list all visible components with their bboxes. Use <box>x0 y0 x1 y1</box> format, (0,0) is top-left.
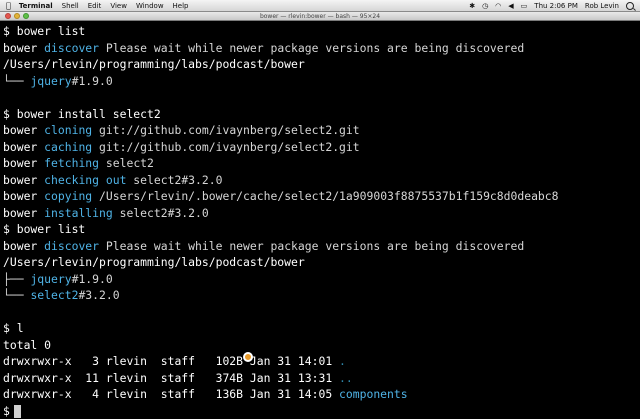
terminal-line: bower caching git://github.com/ivaynberg… <box>3 139 640 156</box>
menu-edit[interactable]: Edit <box>88 2 102 10</box>
terminal-line: drwxrwxr-x 11 rlevin staff 374B Jan 31 1… <box>3 370 640 387</box>
terminal-text: drwxrwxr-x 4 rlevin staff 136B Jan 31 14… <box>3 387 339 401</box>
terminal-text: copying <box>44 189 92 203</box>
terminal-text: bower <box>3 239 44 253</box>
terminal-line: ├── jquery#1.9.0 <box>3 271 640 288</box>
terminal-line: └── select2#3.2.0 <box>3 287 640 304</box>
terminal-text: installing <box>44 206 113 220</box>
terminal-text: Please wait while newer package versions… <box>99 41 524 55</box>
terminal-line: drwxrwxr-x 4 rlevin staff 136B Jan 31 14… <box>3 386 640 403</box>
terminal-text: total 0 <box>3 338 51 352</box>
terminal-text: select2 <box>99 156 154 170</box>
terminal-output[interactable]: $ bower list bower discover Please wait w… <box>0 21 640 360</box>
terminal-line: bower copying /Users/rlevin/.bower/cache… <box>3 188 640 205</box>
terminal-text: bower <box>3 123 44 137</box>
terminal-text: select2#3.2.0 <box>126 173 222 187</box>
terminal-text: git://github.com/ivaynberg/select2.git <box>92 123 359 137</box>
volume-icon[interactable]: ◀ <box>508 2 513 10</box>
terminal-text: components <box>339 387 408 401</box>
clock[interactable]: Thu 2:06 PM <box>534 2 578 10</box>
terminal-text: bower <box>3 206 44 220</box>
terminal-line: bower cloning git://github.com/ivaynberg… <box>3 122 640 139</box>
terminal-text: cloning <box>44 123 92 137</box>
terminal-text: #1.9.0 <box>72 272 113 286</box>
terminal-line: bower discover Please wait while newer p… <box>3 40 640 57</box>
terminal-line: bower fetching select2 <box>3 155 640 172</box>
terminal-text: fetching <box>44 156 99 170</box>
terminal-line: $ bower install select2 <box>3 106 640 123</box>
terminal-text: discover <box>44 239 99 253</box>
terminal-text: discover <box>44 41 99 55</box>
terminal-line: /Users/rlevin/programming/labs/podcast/b… <box>3 56 640 73</box>
terminal-text: drwxrwxr-x 3 rlevin staff 102B Jan 31 14… <box>3 354 339 368</box>
wifi-icon[interactable]: ◠ <box>495 2 501 10</box>
terminal-text: /Users/rlevin/programming/labs/podcast/b… <box>3 57 305 71</box>
menu-window[interactable]: Window <box>136 2 164 10</box>
terminal-text: select2#3.2.0 <box>113 206 209 220</box>
menu-bar:  Terminal Shell Edit View Window Help ✱… <box>0 0 640 12</box>
terminal-text: .. <box>339 371 353 385</box>
terminal-line: $ <box>3 403 640 419</box>
terminal-cursor <box>14 405 21 418</box>
window-title-bar[interactable]: bower — rlevin:bower — bash — 95×24 <box>0 12 640 21</box>
terminal-text: └── <box>3 288 30 302</box>
terminal-line: bower checking out select2#3.2.0 <box>3 172 640 189</box>
terminal-text: drwxrwxr-x 11 rlevin staff 374B Jan 31 1… <box>3 371 339 385</box>
terminal-text: ├── <box>3 272 30 286</box>
terminal-text: checking out <box>44 173 126 187</box>
terminal-text: └── <box>3 74 30 88</box>
terminal-line: └── jquery#1.9.0 <box>3 73 640 90</box>
terminal-text: $ bower install select2 <box>3 107 161 121</box>
terminal-line: /Users/rlevin/programming/labs/podcast/b… <box>3 254 640 271</box>
terminal-text: jquery <box>30 74 71 88</box>
terminal-text: /Users/rlevin/.bower/cache/select2/1a909… <box>92 189 558 203</box>
menu-terminal[interactable]: Terminal <box>19 2 53 10</box>
terminal-text: $ bower list <box>3 24 85 38</box>
terminal-text: bower <box>3 156 44 170</box>
terminal-text: #3.2.0 <box>78 288 119 302</box>
menu-view[interactable]: View <box>110 2 127 10</box>
terminal-text: #1.9.0 <box>72 74 113 88</box>
time-machine-icon[interactable]: ◷ <box>482 2 488 10</box>
battery-icon[interactable]: ▭ <box>521 2 528 10</box>
spotlight-search-icon[interactable] <box>626 2 634 10</box>
terminal-line <box>3 304 640 321</box>
terminal-text: bower <box>3 41 44 55</box>
terminal-text: bower <box>3 173 44 187</box>
terminal-line: bower discover Please wait while newer p… <box>3 238 640 255</box>
bluetooth-icon[interactable]: ✱ <box>469 2 475 10</box>
terminal-line <box>3 89 640 106</box>
terminal-text: bower <box>3 189 44 203</box>
terminal-text: caching <box>44 140 92 154</box>
apple-menu-icon[interactable]:  <box>6 1 11 10</box>
terminal-text: bower <box>3 140 44 154</box>
dock-app-icon[interactable] <box>243 352 253 362</box>
terminal-text: jquery <box>30 272 71 286</box>
terminal-line: $ bower list <box>3 221 640 238</box>
terminal-text: git://github.com/ivaynberg/select2.git <box>92 140 359 154</box>
menu-help[interactable]: Help <box>173 2 189 10</box>
terminal-line: $ l <box>3 320 640 337</box>
menu-shell[interactable]: Shell <box>62 2 79 10</box>
terminal-line: total 0 <box>3 337 640 354</box>
terminal-text: $ <box>3 404 10 418</box>
terminal-text: . <box>339 354 346 368</box>
terminal-text: select2 <box>30 288 78 302</box>
window-title: bower — rlevin:bower — bash — 95×24 <box>0 12 640 21</box>
terminal-line: $ bower list <box>3 23 640 40</box>
terminal-text: $ bower list <box>3 222 85 236</box>
terminal-line: bower installing select2#3.2.0 <box>3 205 640 222</box>
terminal-text: Please wait while newer package versions… <box>99 239 524 253</box>
terminal-text: $ l <box>3 321 24 335</box>
user-name[interactable]: Rob Levin <box>585 2 619 10</box>
terminal-text: /Users/rlevin/programming/labs/podcast/b… <box>3 255 305 269</box>
terminal-line: drwxrwxr-x 3 rlevin staff 102B Jan 31 14… <box>3 353 640 370</box>
